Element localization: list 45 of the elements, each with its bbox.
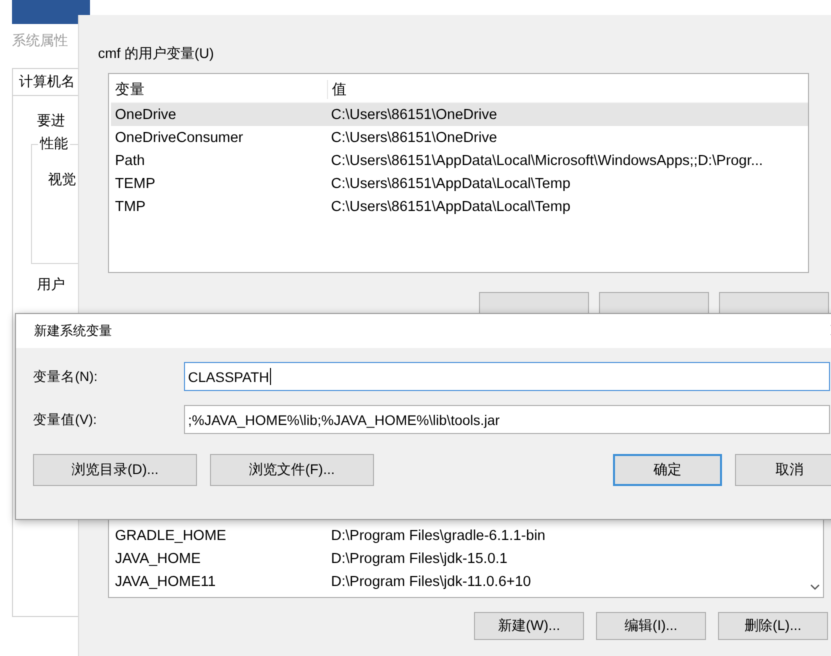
table-row[interactable]: JAVA_HOME11 D:\Program Files\jdk-11.0.6+10	[111, 570, 805, 593]
action-button[interactable]: 编辑(I)...	[596, 612, 706, 640]
variable-value: D:\Program Files\jdk-11.0.6+10	[330, 574, 532, 590]
panel-text: 视觉	[47, 171, 77, 189]
browse-button[interactable]: 浏览文件(F)...	[210, 454, 374, 486]
variable-value: C:\Users\86151\OneDrive	[330, 130, 498, 146]
dialog-button[interactable]: 确定	[613, 454, 722, 486]
field-label: 变量名(N):	[33, 368, 98, 386]
variable-name: Path	[114, 152, 146, 168]
column-header[interactable]: 变量	[111, 80, 327, 98]
variable-value: D:\Program Files\gradle-6.1.1-bin	[330, 528, 546, 544]
window-title: 系统属性	[12, 32, 69, 50]
variable-name: GRADLE_HOME	[114, 528, 228, 544]
field-label: 变量值(V):	[33, 410, 98, 428]
variable-value: D:\Program Files\jdk-15.0.1	[330, 550, 508, 566]
table-row[interactable]: TEMP C:\Users\86151\AppData\Local\Temp	[111, 172, 808, 195]
variable-name: OneDrive	[114, 106, 178, 122]
variable-value: C:\Users\86151\OneDrive	[330, 106, 498, 122]
group-label: 用户	[37, 276, 66, 294]
table-row[interactable]: OneDrive C:\Users\86151\OneDrive	[111, 103, 808, 126]
group-label: cmf 的用户变量(U)	[98, 45, 214, 63]
variable-value: C:\Users\86151\AppData\Local\Temp	[330, 198, 572, 214]
variable-name: JAVA_HOME	[114, 550, 202, 566]
variable-name: OneDriveConsumer	[114, 130, 244, 146]
table-row[interactable]: TMP C:\Users\86151\AppData\Local\Temp	[111, 195, 808, 218]
dialog-title: 新建系统变量	[34, 322, 112, 340]
table-row[interactable]: GRADLE_HOME D:\Program Files\gradle-6.1.1-bin	[111, 524, 805, 547]
dialog-button[interactable]: 取消	[735, 454, 831, 486]
input-field[interactable]: CLASSPATH	[184, 362, 830, 391]
group-label: 性能	[38, 135, 70, 153]
variable-name: JAVA_HOME11	[114, 574, 217, 590]
table-row[interactable]: JAVA_HOME D:\Program Files\jdk-15.0.1	[111, 547, 805, 570]
table-row[interactable]: Path C:\Users\86151\AppData\Local\Microsoft\WindowsApps;;D:\Progr...	[111, 149, 808, 172]
variable-value: C:\Users\86151\AppData\Local\Temp	[330, 176, 572, 192]
variable-name: TEMP	[114, 176, 156, 192]
action-button[interactable]: 新建(W)...	[474, 612, 584, 640]
variable-name: TMP	[114, 198, 147, 214]
panel-text: 要进	[37, 112, 66, 130]
scroll-down-icon[interactable]	[810, 584, 820, 591]
action-button[interactable]: 删除(L)...	[718, 612, 828, 640]
browse-button[interactable]: 浏览目录(D)...	[33, 454, 197, 486]
table-row[interactable]: OneDriveConsumer C:\Users\86151\OneDrive	[111, 126, 808, 149]
variable-value: C:\Users\86151\AppData\Local\Microsoft\WindowsApps;;D:\Progr...	[330, 152, 764, 168]
input-field[interactable]: ;%JAVA_HOME%\lib;%JAVA_HOME%\lib\tools.jar	[184, 405, 830, 434]
column-header[interactable]: 值	[327, 80, 808, 98]
